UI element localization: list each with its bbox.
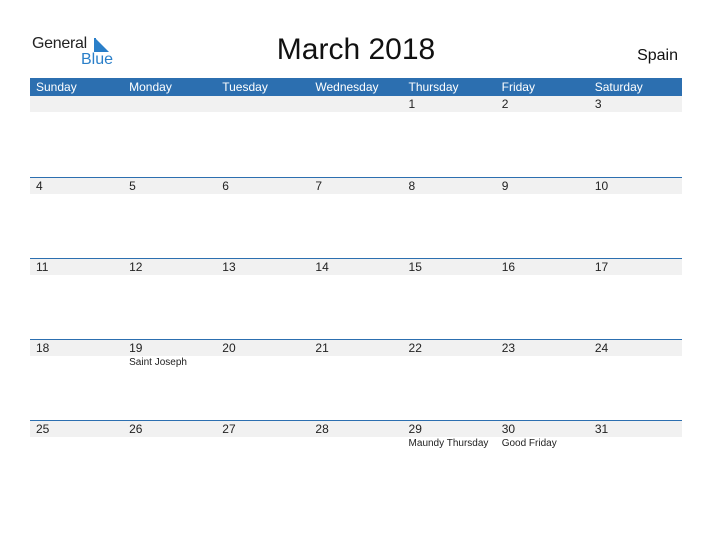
day-cell[interactable]: 15	[403, 259, 496, 338]
day-cell[interactable]: 4	[30, 178, 123, 257]
day-cell[interactable]: 25	[30, 421, 123, 500]
day-number: 20	[222, 341, 236, 355]
country-label: Spain	[637, 47, 678, 64]
day-number: 18	[36, 341, 50, 355]
day-number: 13	[222, 260, 236, 274]
weekday-thursday: Thursday	[408, 80, 459, 94]
day-cell[interactable]: 26	[123, 421, 216, 500]
day-number: 5	[129, 179, 136, 193]
day-number: 22	[408, 341, 422, 355]
day-cell[interactable]: 10	[589, 178, 682, 257]
day-cell[interactable]: 22	[403, 340, 496, 419]
weekday-wednesday: Wednesday	[315, 80, 379, 94]
week-row: 4 5 6 7 8 9 10	[30, 177, 682, 257]
week-row: 11 12 13 14 15 16 17	[30, 258, 682, 338]
weekday-sunday: Sunday	[36, 80, 77, 94]
calendar-title: March 2018	[276, 33, 436, 66]
day-cell[interactable]: 11	[30, 259, 123, 338]
day-number: 15	[408, 260, 422, 274]
day-cell[interactable]: 27	[216, 421, 309, 500]
day-cell[interactable]: 31	[589, 421, 682, 500]
weekday-header: Sunday Monday Tuesday Wednesday Thursday…	[30, 78, 682, 96]
day-cell[interactable]: 1	[403, 96, 496, 175]
holiday-label: Good Friday	[501, 438, 557, 449]
weekday-saturday: Saturday	[594, 80, 643, 94]
week-row: 18 19 Saint Joseph 20 21 22 23 24	[30, 339, 682, 419]
day-number: 24	[594, 341, 609, 355]
day-cell[interactable]: 24	[589, 340, 682, 419]
day-number: 23	[501, 341, 516, 355]
day-cell[interactable]	[216, 96, 309, 175]
day-cell[interactable]: 29 Maundy Thursday	[403, 421, 496, 500]
day-number: 1	[408, 97, 416, 111]
day-number: 14	[315, 260, 329, 274]
day-cell[interactable]: 5	[123, 178, 216, 257]
holiday-label: Saint Joseph	[129, 357, 187, 368]
day-cell[interactable]	[30, 96, 123, 175]
day-number: 8	[408, 179, 416, 193]
day-number: 2	[501, 97, 509, 111]
weekday-tuesday: Tuesday	[222, 80, 268, 94]
day-cell[interactable]: 2	[496, 96, 589, 175]
day-cell[interactable]: 23	[496, 340, 589, 419]
holiday-label: Maundy Thursday	[408, 438, 489, 449]
day-number: 19	[129, 341, 143, 355]
day-number: 28	[315, 422, 329, 436]
day-number: 7	[315, 179, 323, 193]
day-cell[interactable]: 21	[309, 340, 402, 419]
day-number: 16	[501, 260, 516, 274]
day-cell[interactable]	[309, 96, 402, 175]
day-cell[interactable]: 30 Good Friday	[496, 421, 589, 500]
day-number: 29	[408, 422, 422, 436]
day-cell[interactable]: 7	[309, 178, 402, 257]
day-number: 31	[594, 422, 609, 436]
day-cell[interactable]: 12	[123, 259, 216, 338]
day-cell[interactable]: 9	[496, 178, 589, 257]
day-cell[interactable]: 19 Saint Joseph	[123, 340, 216, 419]
day-cell[interactable]: 8	[403, 178, 496, 257]
day-number: 26	[129, 422, 143, 436]
day-number: 21	[315, 341, 329, 355]
day-number: 10	[594, 179, 609, 193]
week-row: 25 26 27 28 29 Maundy Thursday 30 Good Friday 31	[30, 420, 682, 500]
day-cell[interactable]: 28	[309, 421, 402, 500]
day-cell[interactable]: 14	[309, 259, 402, 338]
day-cell[interactable]: 17	[589, 259, 682, 338]
day-cell[interactable]: 13	[216, 259, 309, 338]
day-cell[interactable]: 6	[216, 178, 309, 257]
day-number: 11	[36, 260, 49, 274]
day-cell[interactable]: 18	[30, 340, 123, 419]
day-number: 25	[36, 422, 50, 436]
day-cell[interactable]: 3	[589, 96, 682, 175]
day-number: 3	[594, 97, 602, 111]
day-number: 9	[501, 179, 509, 193]
day-cell[interactable]	[123, 96, 216, 175]
weekday-friday: Friday	[501, 80, 535, 94]
day-cell[interactable]: 20	[216, 340, 309, 419]
weekday-monday: Monday	[129, 80, 172, 94]
day-number: 30	[501, 422, 516, 436]
day-number: 4	[36, 179, 43, 193]
week-row: 1 2 3	[30, 95, 682, 175]
day-number: 12	[129, 260, 143, 274]
day-number: 17	[594, 260, 609, 274]
day-number: 27	[222, 422, 236, 436]
day-number: 6	[222, 179, 229, 193]
day-cell[interactable]: 16	[496, 259, 589, 338]
